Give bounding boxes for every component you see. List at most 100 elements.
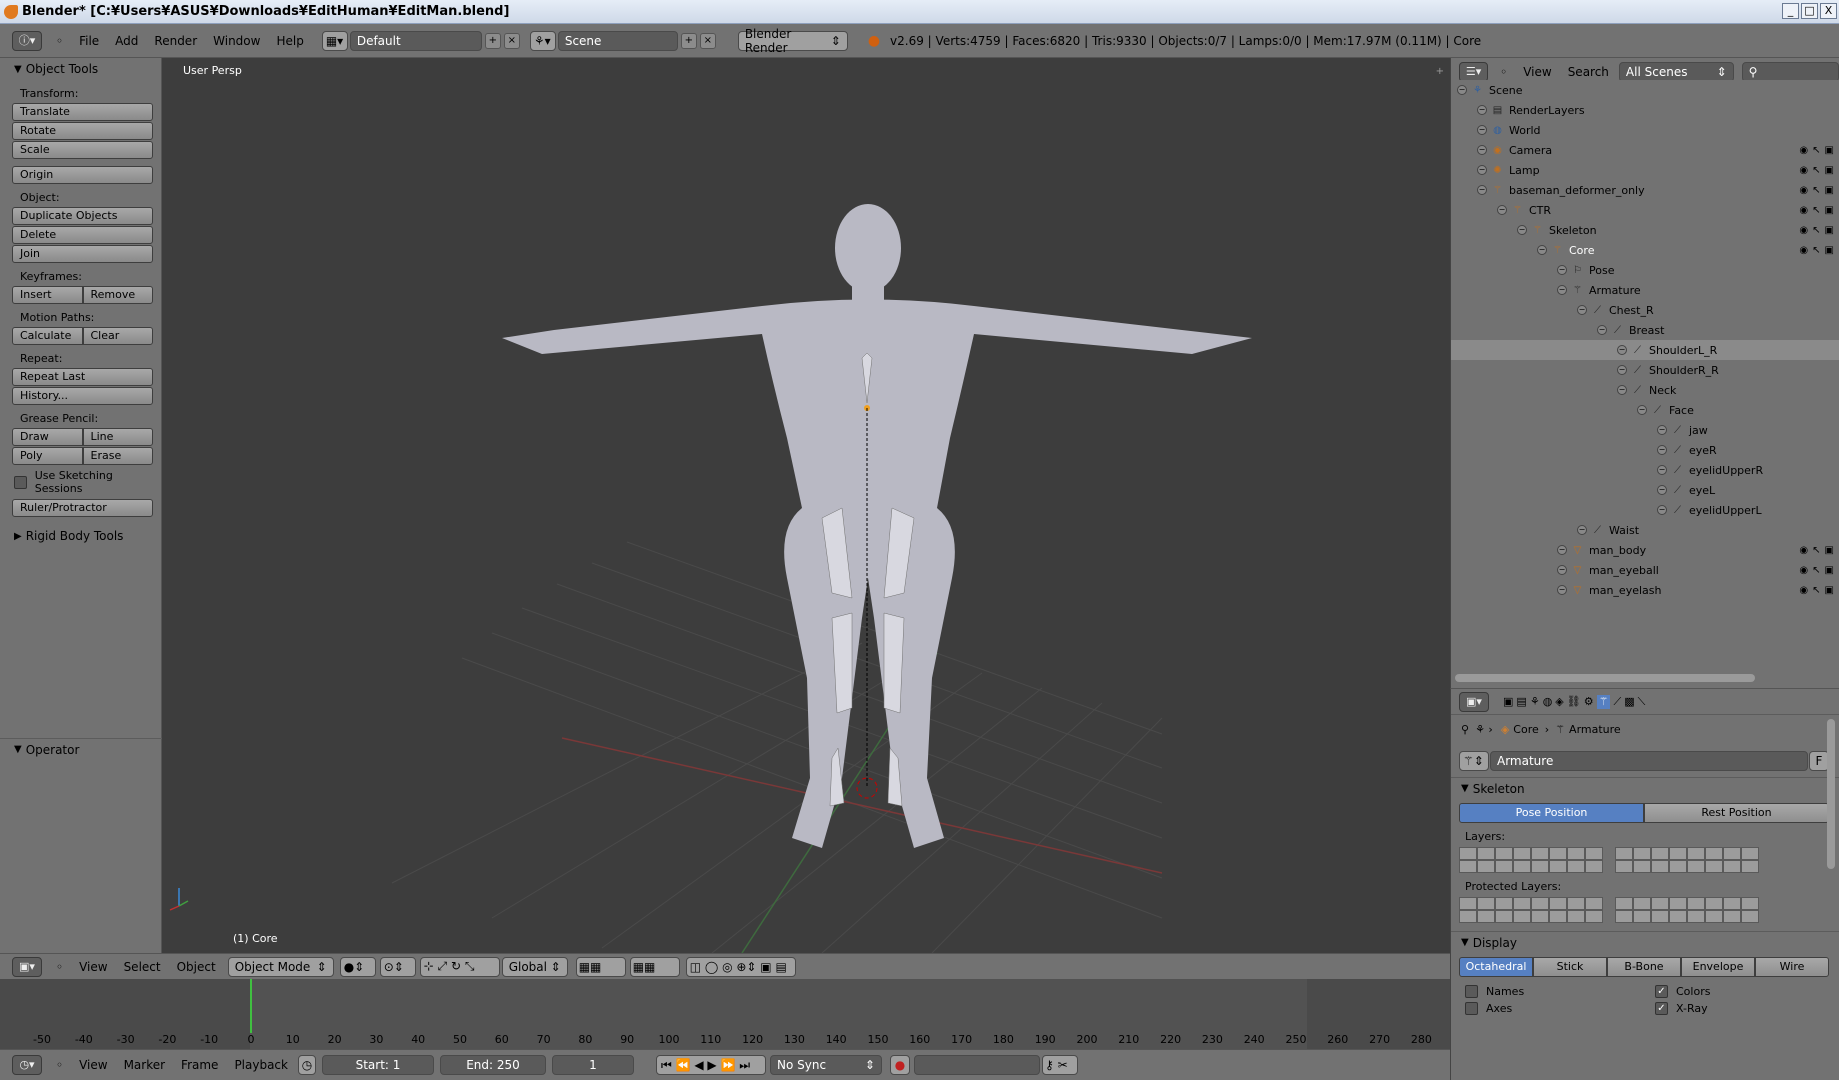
collapse-icon[interactable]: ◦ [48, 1058, 71, 1072]
layer-button[interactable] [1687, 897, 1705, 910]
layer-button[interactable] [1723, 860, 1741, 873]
layer-button[interactable] [1633, 847, 1651, 860]
expand-toggle-icon[interactable]: − [1657, 445, 1667, 455]
end-frame-field[interactable]: End: 250 [439, 1055, 546, 1075]
outliner-row[interactable]: − ⚚ Skeleton ◉ ↖ ▣ [1451, 220, 1839, 240]
rotate-button[interactable]: Rotate [12, 122, 153, 140]
expand-toggle-icon[interactable]: − [1617, 365, 1627, 375]
layer-button[interactable] [1459, 910, 1477, 923]
outliner-row[interactable]: − ⟋ ShoulderL_R [1451, 340, 1839, 360]
names-checkbox[interactable]: Names [1465, 985, 1641, 998]
expand-toggle-icon[interactable]: − [1577, 525, 1587, 535]
layer-button[interactable] [1633, 860, 1651, 873]
start-frame-field[interactable]: Start: 1 [321, 1055, 434, 1075]
current-frame-field[interactable]: 1 [551, 1055, 634, 1075]
camera-render-icon[interactable]: ▣ [1825, 185, 1834, 196]
outliner-row[interactable]: − ⟋ Face [1451, 400, 1839, 420]
menu-view[interactable]: View [71, 1058, 115, 1072]
menu-render[interactable]: Render [146, 34, 205, 48]
layer-button[interactable] [1531, 897, 1549, 910]
camera-render-icon[interactable]: ▣ [1825, 205, 1834, 216]
layer-button[interactable] [1723, 897, 1741, 910]
eye-icon[interactable]: ◉ [1799, 585, 1808, 596]
layer-button[interactable] [1495, 847, 1513, 860]
layer-button[interactable] [1495, 897, 1513, 910]
layer-button[interactable] [1585, 910, 1603, 923]
layer-button[interactable] [1513, 860, 1531, 873]
expand-toggle-icon[interactable]: − [1557, 545, 1567, 555]
protected-layers-grid[interactable] [1459, 897, 1839, 923]
layer-button[interactable] [1741, 847, 1759, 860]
expand-toggle-icon[interactable]: − [1477, 125, 1487, 135]
expand-toggle-icon[interactable]: − [1617, 385, 1627, 395]
layer-buttons-left[interactable] [1459, 847, 1603, 873]
outliner-editor-type-icon[interactable]: ☰▾ [1459, 61, 1489, 82]
outliner-row[interactable]: − ⚚ CTR ◉ ↖ ▣ [1451, 200, 1839, 220]
restriction-toggles[interactable]: ◉ ↖ ▣ [1799, 585, 1834, 596]
layer-button[interactable] [1477, 897, 1495, 910]
bone-tab-icon[interactable]: ⟋ [1613, 695, 1621, 709]
layer-button[interactable] [1459, 860, 1477, 873]
remove-layout-icon[interactable]: × [503, 32, 520, 49]
expand-toggle-icon[interactable]: − [1457, 85, 1467, 95]
layer-button[interactable] [1633, 897, 1651, 910]
expand-toggle-icon[interactable]: − [1657, 505, 1667, 515]
history-button[interactable]: History... [12, 387, 153, 405]
layer-button[interactable] [1741, 897, 1759, 910]
operator-panel-header[interactable]: ▼ Operator [0, 738, 162, 760]
layer-button[interactable] [1615, 897, 1633, 910]
repeat-last-button[interactable]: Repeat Last [12, 368, 153, 386]
cursor-icon[interactable]: ↖ [1812, 145, 1820, 156]
layer-button[interactable] [1549, 847, 1567, 860]
layer-buttons-right[interactable] [1615, 847, 1759, 873]
layer-button[interactable] [1615, 847, 1633, 860]
plus-icon[interactable]: + [1436, 66, 1444, 77]
restriction-toggles[interactable]: ◉ ↖ ▣ [1799, 205, 1834, 216]
menu-help[interactable]: Help [268, 34, 311, 48]
expand-toggle-icon[interactable]: − [1657, 485, 1667, 495]
layer-button[interactable] [1687, 910, 1705, 923]
scale-button[interactable]: Scale [12, 141, 153, 159]
stick-button[interactable]: Stick [1533, 957, 1607, 977]
shading-select-icon[interactable]: ●⇕ [339, 956, 376, 977]
close-button[interactable]: X [1820, 3, 1837, 19]
camera-render-icon[interactable]: ▣ [1825, 245, 1834, 256]
line-button[interactable]: Line [82, 428, 153, 446]
camera-render-icon[interactable]: ▣ [1825, 145, 1834, 156]
properties-editor-type-icon[interactable]: ▣▾ [1459, 691, 1489, 712]
menu-add[interactable]: Add [107, 34, 146, 48]
cursor-icon[interactable]: ↖ [1812, 245, 1820, 256]
layer-button[interactable] [1651, 910, 1669, 923]
outliner-row[interactable]: − ⚚ Armature [1451, 280, 1839, 300]
keying-set-field[interactable] [913, 1055, 1040, 1075]
octahedral-button[interactable]: Octahedral [1459, 957, 1533, 977]
translate-button[interactable]: Translate [12, 103, 153, 121]
outliner-row[interactable]: − ▽ man_body ◉ ↖ ▣ [1451, 540, 1839, 560]
menu-view[interactable]: View [1515, 65, 1559, 79]
expand-toggle-icon[interactable]: − [1517, 225, 1527, 235]
layers-tab-icon[interactable]: ▤ [1516, 695, 1526, 709]
layer-button[interactable] [1585, 860, 1603, 873]
expand-toggle-icon[interactable]: − [1557, 585, 1567, 595]
layer-button[interactable] [1567, 897, 1585, 910]
duplicate-objects-button[interactable]: Duplicate Objects [12, 207, 153, 225]
wire-button[interactable]: Wire [1755, 957, 1829, 977]
expand-toggle-icon[interactable]: − [1637, 405, 1647, 415]
protected-buttons-right[interactable] [1615, 897, 1759, 923]
layer-button[interactable] [1705, 897, 1723, 910]
orientation-select[interactable]: Global ⇕ [501, 956, 568, 977]
expand-toggle-icon[interactable]: − [1557, 285, 1567, 295]
cursor-icon[interactable]: ↖ [1812, 545, 1820, 556]
layer-button[interactable] [1651, 860, 1669, 873]
record-icon[interactable]: ● [889, 1055, 910, 1075]
preview-range-icon[interactable]: ◷ [297, 1055, 316, 1075]
layers-grid-icon-2[interactable]: ▦▦ [629, 956, 680, 977]
outliner-row[interactable]: − ⟋ Chest_R [1451, 300, 1839, 320]
calculate-button[interactable]: Calculate [12, 327, 83, 345]
menu-search[interactable]: Search [1560, 65, 1617, 79]
armature-browse-icon[interactable]: ⚚⇕ [1459, 751, 1489, 771]
layer-button[interactable] [1705, 910, 1723, 923]
horizontal-scrollbar[interactable] [1455, 674, 1755, 682]
current-frame-marker[interactable] [250, 979, 252, 1033]
menu-marker[interactable]: Marker [116, 1058, 173, 1072]
